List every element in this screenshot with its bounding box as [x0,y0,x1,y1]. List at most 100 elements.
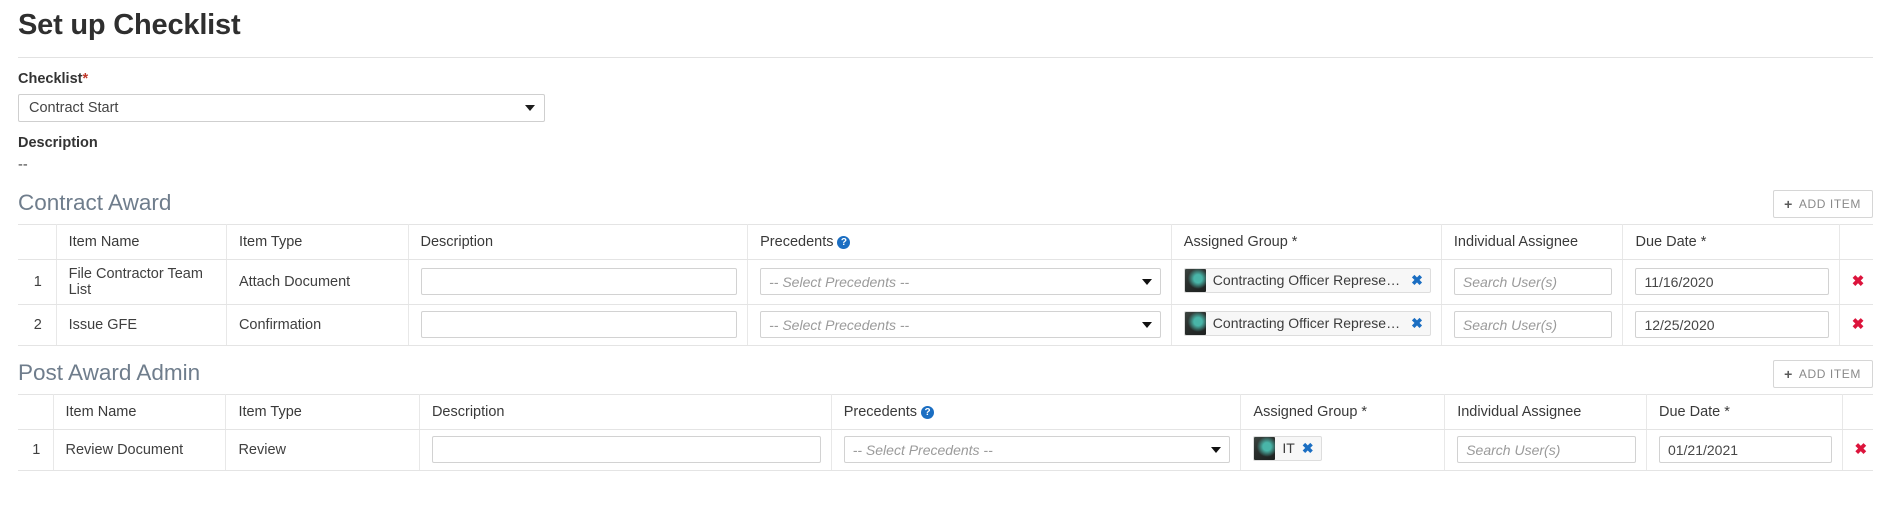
remove-chip-icon[interactable]: ✖ [1411,316,1423,330]
column-header-due-date: Due Date * [1646,394,1843,430]
row-index: 1 [18,429,54,471]
column-header-item-name: Item Name [53,394,227,430]
assigned-group-label: Contracting Officer Representative [1212,315,1405,332]
delete-row-icon[interactable]: ✖ [1852,274,1865,289]
checklist-label-text: Checklist [18,71,83,87]
cell-description [419,429,832,471]
help-circle-icon[interactable]: ? [921,405,935,419]
assigned-group-label: Contracting Officer Representative [1212,272,1405,289]
page-title: Set up Checklist [18,9,241,41]
column-header-individual-assignee: Individual Assignee [1444,394,1647,430]
help-circle-icon[interactable]: ? [837,235,851,249]
description-input[interactable] [420,311,738,339]
precedents-select[interactable]: -- Select Precedents -- [760,268,1161,296]
individual-assignee-input[interactable] [1453,311,1613,339]
cell-individual-assignee [1441,259,1624,305]
remove-chip-icon[interactable]: ✖ [1302,441,1314,455]
column-header-precedents-label: Precedents [760,233,834,250]
chevron-down-icon [525,104,535,111]
checklist-table-post-award-admin: Item Name Item Type Description Preceden… [18,393,1873,471]
cell-actions: ✖ [1842,429,1873,471]
column-header-individual-assignee: Individual Assignee [1441,224,1624,260]
cell-actions: ✖ [1839,259,1873,305]
column-header-actions [1842,394,1873,430]
description-field-label: Description [18,134,98,151]
cell-precedents: -- Select Precedents -- [747,259,1172,305]
assigned-group-chip[interactable]: Contracting Officer Representative ✖ [1183,310,1431,336]
precedents-select-value: -- Select Precedents -- [769,316,910,333]
chevron-down-icon [1141,278,1152,285]
chevron-down-icon [1141,321,1152,328]
cell-item-type: Attach Document [226,259,409,305]
due-date-input[interactable] [1658,436,1832,464]
cell-item-type: Review [225,429,420,471]
add-item-button[interactable]: + ADD ITEM [1773,359,1873,388]
table-header-row: Item Name Item Type Description Preceden… [18,224,1873,260]
cell-item-type: Confirmation [226,304,409,346]
cell-individual-assignee [1441,304,1624,346]
description-value: -- [18,156,28,173]
assigned-group-chip[interactable]: IT ✖ [1253,435,1322,461]
cell-due-date [1622,259,1840,305]
column-header-index [18,224,57,260]
section-title: Post Award Admin [18,360,201,386]
individual-assignee-input[interactable] [1457,436,1636,464]
checklist-required-star: * [82,71,89,87]
cell-assigned-group: Contracting Officer Representative ✖ [1171,304,1442,346]
add-item-button[interactable]: + ADD ITEM [1773,189,1873,218]
cell-precedents: -- Select Precedents -- [831,429,1242,471]
due-date-input[interactable] [1635,268,1829,296]
plus-icon: + [1784,195,1793,212]
column-header-actions [1839,224,1873,260]
add-item-button-label: ADD ITEM [1798,366,1861,381]
table-header-row: Item Name Item Type Description Preceden… [18,394,1873,430]
cell-assigned-group: Contracting Officer Representative ✖ [1171,259,1442,305]
column-header-description: Description [408,224,749,260]
avatar [1254,436,1276,460]
delete-row-icon[interactable]: ✖ [1855,442,1868,457]
cell-due-date [1646,429,1843,471]
column-header-precedents: Precedents? [831,394,1242,430]
plus-icon: + [1784,365,1793,382]
checklist-select[interactable]: Contract Start [18,93,545,122]
checklist-select-value: Contract Start [29,99,119,116]
assigned-group-chip[interactable]: Contracting Officer Representative ✖ [1183,267,1431,293]
cell-precedents: -- Select Precedents -- [747,304,1172,346]
cell-due-date [1622,304,1840,346]
section-post-award-admin: Post Award Admin + ADD ITEM Item Name It… [18,359,1873,471]
individual-assignee-input[interactable] [1453,268,1613,296]
column-header-item-type: Item Type [225,394,420,430]
column-header-assigned-group: Assigned Group * [1171,224,1442,260]
title-divider [18,57,1873,58]
remove-chip-icon[interactable]: ✖ [1411,273,1423,287]
column-header-due-date: Due Date * [1622,224,1840,260]
column-header-assigned-group: Assigned Group * [1240,394,1446,430]
assigned-group-label: IT [1282,440,1295,457]
add-item-button-label: ADD ITEM [1798,196,1861,211]
precedents-select[interactable]: -- Select Precedents -- [843,436,1231,464]
description-input[interactable] [431,436,821,464]
column-header-index [18,394,54,430]
cell-actions: ✖ [1839,304,1873,346]
row-index: 1 [18,259,57,305]
precedents-select-value: -- Select Precedents -- [852,441,993,458]
column-header-precedents-label: Precedents [843,403,918,420]
row-index: 2 [18,304,57,346]
section-header: Contract Award + ADD ITEM [18,189,1873,224]
section-header: Post Award Admin + ADD ITEM [18,359,1873,394]
precedents-select[interactable]: -- Select Precedents -- [760,311,1161,339]
cell-description [408,259,749,305]
cell-item-name: Review Document [53,429,227,471]
cell-assigned-group: IT ✖ [1240,429,1446,471]
cell-item-name: File Contractor Team List [56,259,227,305]
description-input[interactable] [420,268,738,296]
cell-individual-assignee [1444,429,1647,471]
cell-description [408,304,749,346]
column-header-item-name: Item Name [56,224,227,260]
checklist-field-label: Checklist* [18,71,1873,88]
avatar [1184,268,1206,292]
checklist-table-contract-award: Item Name Item Type Description Preceden… [18,223,1873,346]
precedents-select-value: -- Select Precedents -- [769,273,910,290]
delete-row-icon[interactable]: ✖ [1852,317,1865,332]
due-date-input[interactable] [1635,311,1829,339]
